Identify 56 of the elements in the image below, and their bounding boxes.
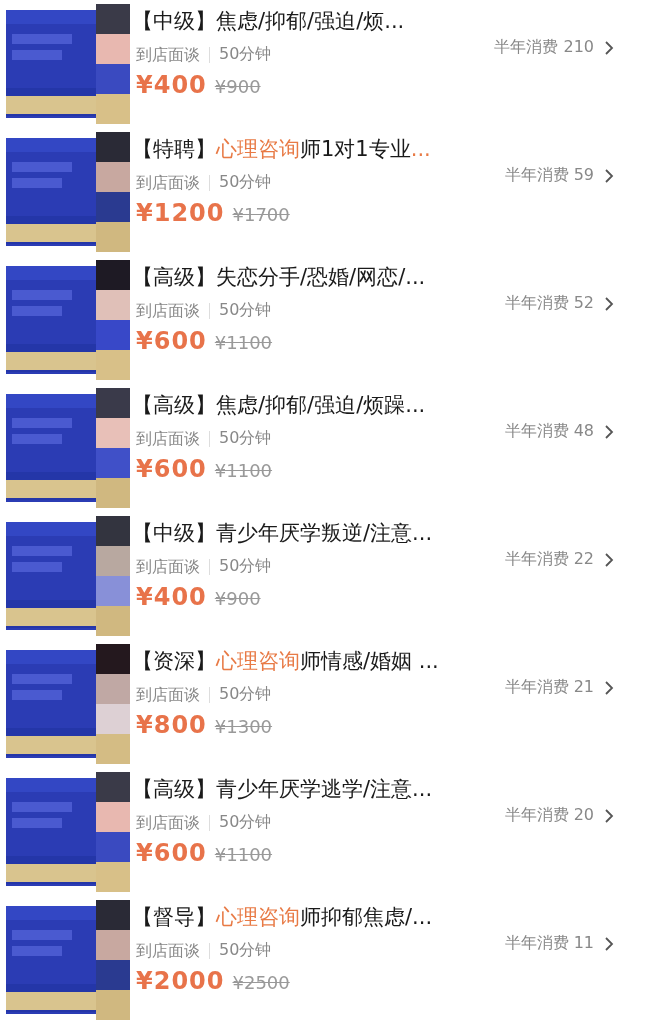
original-price: ¥1100 xyxy=(214,332,273,353)
chevron-right-icon[interactable] xyxy=(604,423,614,440)
duration-text: 50分钟 xyxy=(218,428,272,449)
price: ¥400 xyxy=(136,583,207,611)
service-mode: 到店面谈 xyxy=(136,430,210,447)
original-price: ¥1100 xyxy=(214,460,273,481)
service-mode: 到店面谈 xyxy=(136,46,210,63)
duration-text: 50分钟 xyxy=(218,684,272,705)
product-title[interactable]: 【督导】心理咨询师抑郁焦虑/... xyxy=(132,902,614,932)
service-mode: 到店面谈 xyxy=(136,558,210,575)
duration-text: 50分钟 xyxy=(218,812,272,833)
original-price: ¥900 xyxy=(214,588,261,609)
original-price: ¥1700 xyxy=(232,204,290,225)
service-mode: 到店面谈 xyxy=(136,814,210,831)
product-title[interactable]: 【高级】失恋分手/恐婚/网恋/... xyxy=(132,262,614,292)
duration-text: 50分钟 xyxy=(218,940,272,961)
chevron-right-icon[interactable] xyxy=(604,39,614,56)
price: ¥600 xyxy=(136,839,207,867)
service-mode: 到店面谈 xyxy=(136,686,210,703)
chevron-right-icon[interactable] xyxy=(604,679,614,696)
original-price: ¥1100 xyxy=(214,844,273,865)
chevron-right-icon[interactable] xyxy=(604,807,614,824)
duration-text: 50分钟 xyxy=(218,44,272,65)
price: ¥600 xyxy=(136,327,207,355)
original-price: ¥2500 xyxy=(232,972,290,993)
product-title[interactable]: 【高级】青少年厌学逃学/注意... xyxy=(132,774,614,804)
price: ¥400 xyxy=(136,71,207,99)
duration-text: 50分钟 xyxy=(218,556,272,577)
chevron-right-icon[interactable] xyxy=(604,295,614,312)
original-price: ¥900 xyxy=(214,76,261,97)
sales-count: 半年消费 11 xyxy=(504,933,594,954)
sales-count: 半年消费 59 xyxy=(504,165,594,186)
sales-count: 半年消费 52 xyxy=(504,293,594,314)
product-title[interactable]: 【资深】心理咨询师情感/婚姻 ... xyxy=(132,646,614,676)
sales-count: 半年消费 21 xyxy=(504,677,594,698)
product-title[interactable]: 【中级】青少年厌学叛逆/注意... xyxy=(132,518,614,548)
service-mode: 到店面谈 xyxy=(136,942,210,959)
product-title[interactable]: 【中级】焦虑/抑郁/强迫/烦... xyxy=(132,6,614,36)
service-mode: 到店面谈 xyxy=(136,174,210,191)
original-price: ¥1300 xyxy=(214,716,273,737)
product-title[interactable]: 【特聘】心理咨询师1对1专业... xyxy=(132,134,614,164)
price: ¥2000 xyxy=(136,967,225,995)
duration-text: 50分钟 xyxy=(218,172,272,193)
sales-count: 半年消费 48 xyxy=(504,421,594,442)
product-title[interactable]: 【高级】焦虑/抑郁/强迫/烦躁... xyxy=(132,390,614,420)
price: ¥1200 xyxy=(136,199,225,227)
sales-count: 半年消费 20 xyxy=(504,805,594,826)
duration-text: 50分钟 xyxy=(218,300,272,321)
price: ¥800 xyxy=(136,711,207,739)
service-mode: 到店面谈 xyxy=(136,302,210,319)
chevron-right-icon[interactable] xyxy=(604,167,614,184)
chevron-right-icon[interactable] xyxy=(604,551,614,568)
price: ¥600 xyxy=(136,455,207,483)
chevron-right-icon[interactable] xyxy=(604,935,614,952)
sales-count: 半年消费 22 xyxy=(504,549,594,570)
sales-count: 半年消费 210 xyxy=(494,37,594,58)
